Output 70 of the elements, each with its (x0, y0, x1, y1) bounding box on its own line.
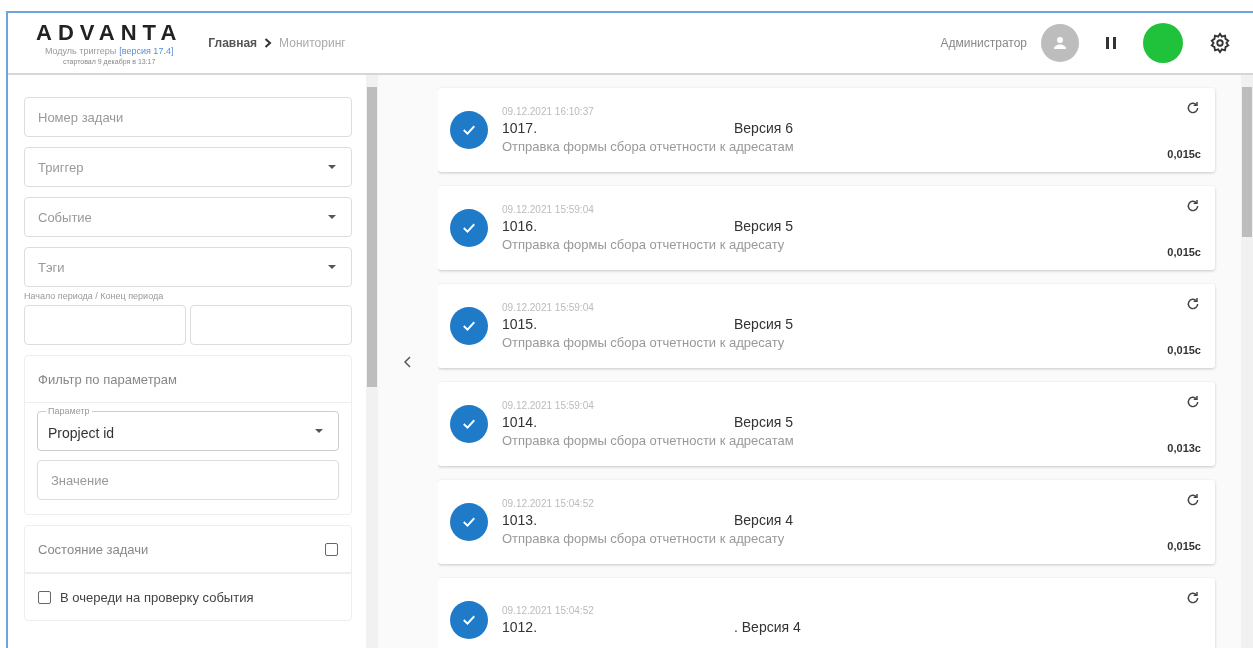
task-description: Отправка формы сбора отчетности к адресатам (502, 139, 795, 154)
task-version: Версия 6 (734, 120, 793, 136)
task-version: . Версия 4 (734, 619, 801, 635)
checkbox-label: В очереди на проверку события (60, 589, 254, 605)
task-id: 1013. (502, 512, 539, 528)
refresh-button[interactable] (1185, 590, 1201, 606)
check-icon (450, 111, 488, 149)
task-version: Версия 5 (734, 218, 793, 234)
task-description: Отправка формы сбора отчетности к адресатам (502, 433, 795, 448)
task-time: 09.12.2021 15:04:52 (502, 498, 595, 509)
task-card[interactable]: 09.12.2021 15:59:04 1016. Версия 5 Отправка формы сбора отчетности к адресату 0,015с (438, 186, 1215, 270)
task-card[interactable]: 09.12.2021 15:04:52 1013. Версия 4 Отправка формы сбора отчетности к адресату 0,015с (438, 480, 1215, 564)
task-duration: 0,015с (1167, 148, 1201, 160)
task-id: 1014. (502, 414, 539, 430)
task-time: 09.12.2021 15:59:04 (502, 302, 595, 313)
panel-title: Состояние задачи (38, 541, 150, 557)
refresh-button[interactable] (1185, 100, 1201, 116)
task-card[interactable]: 09.12.2021 15:59:04 1014. Версия 5 Отправка формы сбора отчетности к адресатам 0,013с (438, 382, 1215, 466)
check-icon (450, 405, 488, 443)
chevron-icon (264, 38, 273, 48)
task-time: 09.12.2021 15:59:04 (502, 204, 595, 215)
task-duration: 0,015с (1167, 344, 1201, 356)
breadcrumb-link[interactable]: Главная (208, 36, 258, 50)
task-id: 1017. (502, 120, 539, 136)
check-icon (450, 209, 488, 247)
task-card[interactable]: 09.12.2021 15:04:52 1012. . Версия 4 (438, 578, 1215, 648)
task-time: 09.12.2021 15:59:04 (502, 400, 595, 411)
logo: ADVANTA (36, 21, 183, 44)
module-name: Модуль триггеры (44, 45, 117, 56)
check-icon (450, 601, 488, 639)
task-description: Отправка формы сбора отчетности к адресату (502, 531, 786, 546)
task-duration: 0,015с (1167, 246, 1201, 258)
scrollbar[interactable] (366, 75, 378, 648)
caret-icon (327, 164, 337, 170)
task-duration: 0,015с (1167, 540, 1201, 552)
task-id: 1016. (502, 218, 539, 234)
task-description: Отправка формы сбора отчетности к адресату (502, 237, 786, 252)
task-card[interactable]: 09.12.2021 16:10:37 1017. Версия 6 Отправка формы сбора отчетности к адресатам 0,015с (438, 88, 1215, 172)
task-id: 1015. (502, 316, 539, 332)
checkbox[interactable] (325, 542, 338, 556)
settings-button[interactable] (1209, 32, 1231, 54)
check-icon (450, 307, 488, 345)
checkbox[interactable] (38, 590, 51, 604)
date-field[interactable] (190, 305, 352, 345)
date-field[interactable] (24, 305, 186, 345)
panel-title: Фильтр по параметрам (38, 371, 178, 387)
refresh-button[interactable] (1185, 394, 1201, 410)
scrollbar[interactable] (1241, 75, 1253, 648)
refresh-button[interactable] (1185, 296, 1201, 312)
version-link[interactable]: [версия 17.4] (119, 45, 174, 56)
task-time: 09.12.2021 16:10:37 (502, 106, 595, 117)
pause-button[interactable] (1105, 36, 1117, 50)
user-icon (1051, 34, 1069, 52)
caret-icon (327, 214, 337, 220)
refresh-button[interactable] (1185, 492, 1201, 508)
collapse-button[interactable] (404, 355, 412, 368)
caret-icon (314, 428, 324, 434)
caret-icon (327, 264, 337, 270)
task-card[interactable]: 09.12.2021 15:59:04 1015. Версия 5 Отправка формы сбора отчетности к адресату 0,015с (438, 284, 1215, 368)
check-icon (450, 503, 488, 541)
refresh-button[interactable] (1185, 198, 1201, 214)
user-name: Администратор (940, 36, 1027, 50)
period-label: Начало периода / Конец периода (24, 291, 165, 301)
task-duration: 0,013с (1167, 442, 1201, 454)
task-description: Отправка формы сбора отчетности к адресату (502, 335, 786, 350)
task-time: 09.12.2021 15:04:52 (502, 605, 595, 616)
task-version: Версия 5 (734, 316, 793, 332)
task-version: Версия 5 (734, 414, 793, 430)
task-version: Версия 4 (734, 512, 793, 528)
task-id: 1012. (502, 619, 539, 635)
